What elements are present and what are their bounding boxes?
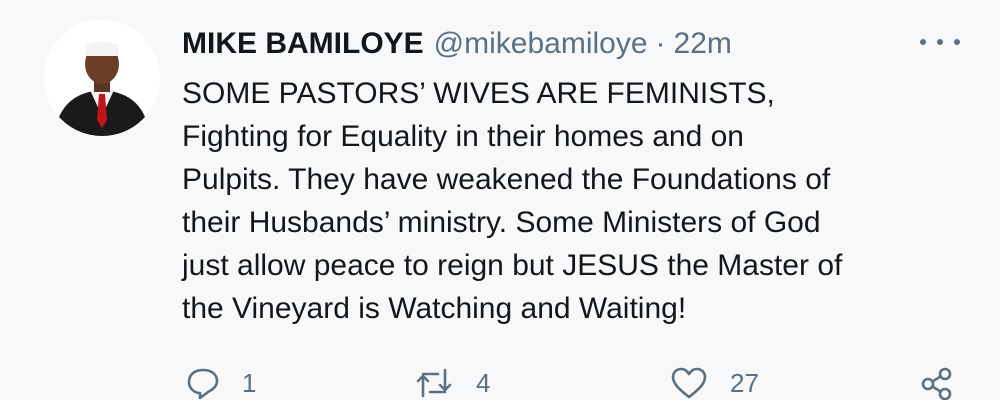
timestamp[interactable]: 22m	[674, 27, 732, 61]
retweet-count: 4	[476, 367, 491, 398]
more-dot-icon	[954, 39, 960, 45]
tweet: MIKE BAMILOYE @mikebamiloye · 22m SOME P…	[0, 0, 1000, 400]
more-options-button[interactable]	[920, 32, 960, 52]
like-count: 27	[730, 367, 759, 398]
author-name[interactable]: MIKE BAMILOYE	[182, 27, 424, 61]
retweet-button[interactable]: 4	[414, 366, 490, 400]
tweet-text-line: Fighting for Equality in their homes and…	[182, 120, 744, 153]
tweet-text-line: the Vineyard is Watching and Waiting!	[182, 292, 687, 325]
retweet-icon	[416, 368, 452, 398]
reply-count: 1	[242, 367, 257, 398]
more-dot-icon	[937, 39, 943, 45]
avatar-photo-icon	[44, 20, 160, 136]
share-button[interactable]	[920, 366, 954, 400]
separator-dot: ·	[655, 27, 666, 60]
tweet-text-line: Pulpits. They have weakened the Foundati…	[182, 163, 831, 196]
tweet-actions: 1 4 27	[180, 366, 970, 400]
more-dot-icon	[920, 39, 926, 45]
author-handle[interactable]: @mikebamiloye	[434, 27, 648, 61]
heart-icon	[671, 367, 707, 399]
avatar[interactable]	[44, 20, 160, 136]
share-icon	[921, 367, 952, 400]
tweet-header: MIKE BAMILOYE @mikebamiloye · 22m	[182, 24, 732, 64]
reply-icon	[187, 368, 219, 400]
like-button[interactable]: 27	[670, 366, 759, 400]
tweet-text-line: their Husbands’ ministry. Some Ministers…	[182, 206, 821, 239]
reply-button[interactable]: 1	[186, 366, 256, 400]
tweet-text-line: SOME PASTORS’ WIVES ARE FEMINISTS,	[182, 77, 775, 110]
tweet-text: SOME PASTORS’ WIVES ARE FEMINISTS, Fight…	[182, 72, 972, 330]
tweet-text-line: just allow peace to reign but JESUS the …	[182, 249, 843, 282]
